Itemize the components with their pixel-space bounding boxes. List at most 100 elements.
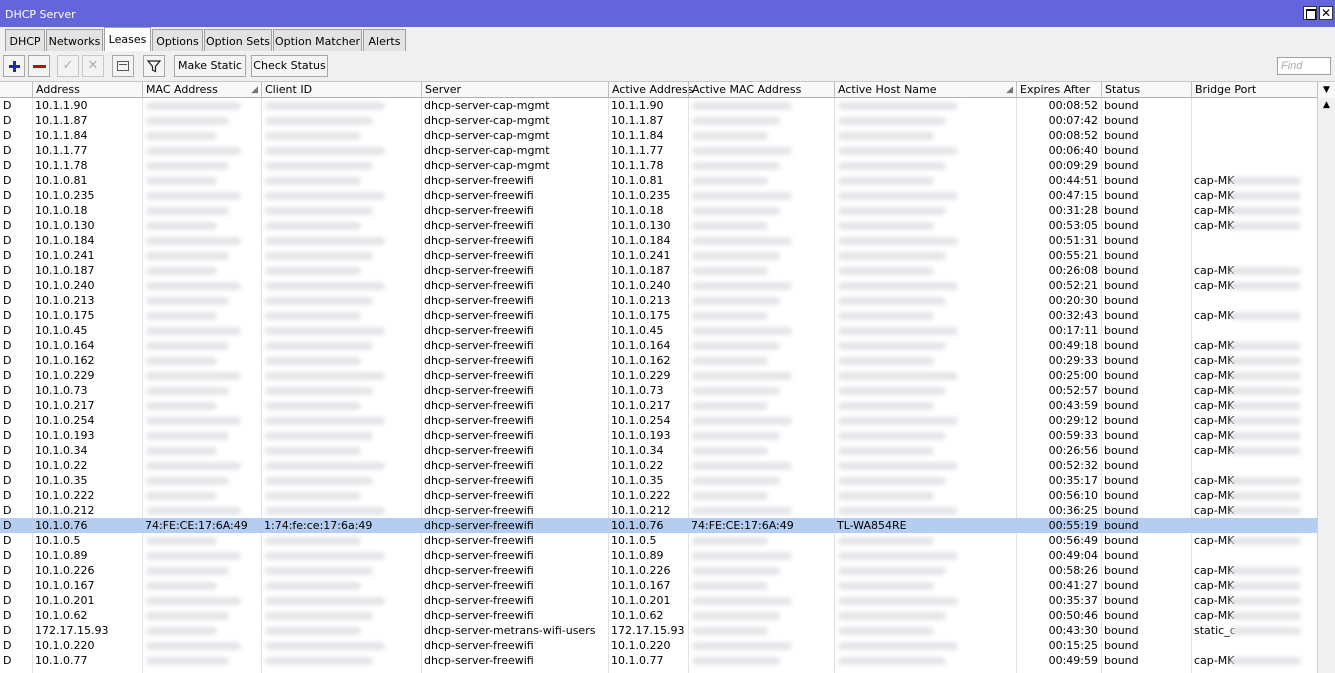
table-row[interactable]: D 10.1.0.77 dhcp-server-freewifi 10.1.0.77 0… xyxy=(0,653,1317,668)
scroll-up-icon[interactable]: ▲ xyxy=(1318,98,1335,112)
redacted-value xyxy=(1231,177,1301,185)
table-row[interactable]: D 10.1.0.73 dhcp-server-freewifi 10.1.0.73 0… xyxy=(0,383,1317,398)
make-static-button[interactable]: Make Static xyxy=(174,55,246,77)
tab-option-matcher[interactable]: Option Matcher xyxy=(273,29,362,51)
redacted-value xyxy=(692,432,780,440)
redacted-value xyxy=(1231,417,1301,425)
table-row[interactable]: D 10.1.0.35 dhcp-server-freewifi 10.1.0.35 0… xyxy=(0,473,1317,488)
table-row[interactable]: D 10.1.0.164 dhcp-server-freewifi 10.1.0.16… xyxy=(0,338,1317,353)
vertical-scrollbar[interactable]: ▲ xyxy=(1317,98,1335,673)
close-icon[interactable]: ✕ xyxy=(1319,6,1333,20)
header-address[interactable]: Address xyxy=(32,82,142,98)
remove-button[interactable] xyxy=(28,55,50,77)
table-row[interactable]: D 10.1.0.5 dhcp-server-freewifi 10.1.0.5 00:… xyxy=(0,533,1317,548)
cell-address: 10.1.0.193 xyxy=(35,429,95,442)
cell-address: 10.1.0.167 xyxy=(35,579,95,592)
table-row[interactable]: D 10.1.1.84 dhcp-server-cap-mgmt 10.1.1.84 0… xyxy=(0,128,1317,143)
comment-button[interactable] xyxy=(112,55,134,77)
table-row[interactable]: D 10.1.0.193 dhcp-server-freewifi 10.1.0.19… xyxy=(0,428,1317,443)
table-row[interactable]: D 10.1.0.222 dhcp-server-freewifi 10.1.0.22… xyxy=(0,488,1317,503)
table-row[interactable]: D 10.1.0.167 dhcp-server-freewifi 10.1.0.16… xyxy=(0,578,1317,593)
enable-button[interactable]: ✓ xyxy=(57,55,79,77)
table-row[interactable]: D 172.17.15.93 dhcp-server-metrans-wifi-us… xyxy=(0,623,1317,638)
table-row[interactable]: D 10.1.0.45 dhcp-server-freewifi 10.1.0.45 0… xyxy=(0,323,1317,338)
cell-bridge-port xyxy=(1191,248,1317,263)
header-active-host-name[interactable]: Active Host Name ◢ xyxy=(834,82,1016,98)
table-row[interactable]: D 10.1.0.220 dhcp-server-freewifi 10.1.0.22… xyxy=(0,638,1317,653)
cell-expires-after: 00:53:05 xyxy=(1048,219,1098,232)
header-expires-after[interactable]: Expires After xyxy=(1016,82,1101,98)
header-mac-address[interactable]: MAC Address ◢ xyxy=(142,82,261,98)
cell-active-address: 10.1.0.73 xyxy=(611,384,664,397)
header-status[interactable]: Status xyxy=(1101,82,1191,98)
redacted-value xyxy=(692,327,792,335)
tab-option-sets[interactable]: Option Sets xyxy=(204,29,272,51)
redacted-value xyxy=(146,207,229,215)
table-row[interactable]: D 10.1.0.226 dhcp-server-freewifi 10.1.0.22… xyxy=(0,563,1317,578)
table-row[interactable]: D 10.1.0.76 74:FE:CE:17:6A:49 1:74:fe:ce:17… xyxy=(0,518,1317,533)
table-row[interactable]: D 10.1.1.87 dhcp-server-cap-mgmt 10.1.1.87 0… xyxy=(0,113,1317,128)
cell-address: 10.1.1.78 xyxy=(35,159,88,172)
filter-button[interactable] xyxy=(143,55,165,77)
table-row[interactable]: D 10.1.0.213 dhcp-server-freewifi 10.1.0.21… xyxy=(0,293,1317,308)
redacted-value xyxy=(838,162,946,170)
leases-table: Address MAC Address ◢ Client ID Server Ac… xyxy=(0,82,1335,673)
table-row[interactable]: D 10.1.0.89 dhcp-server-freewifi 10.1.0.89 0… xyxy=(0,548,1317,563)
table-row[interactable]: D 10.1.0.81 dhcp-server-freewifi 10.1.0.81 0… xyxy=(0,173,1317,188)
redacted-value xyxy=(692,342,780,350)
table-row[interactable]: D 10.1.0.201 dhcp-server-freewifi 10.1.0.20… xyxy=(0,593,1317,608)
header-active-mac-address[interactable]: Active MAC Address xyxy=(688,82,834,98)
table-row[interactable]: D 10.1.0.34 dhcp-server-freewifi 10.1.0.34 0… xyxy=(0,443,1317,458)
check-status-button[interactable]: Check Status xyxy=(251,55,328,77)
table-row[interactable]: D 10.1.0.240 dhcp-server-freewifi 10.1.0.24… xyxy=(0,278,1317,293)
header-server[interactable]: Server xyxy=(421,82,608,98)
redacted-value xyxy=(265,192,385,200)
redacted-value xyxy=(1231,387,1301,395)
table-row[interactable]: D 10.1.0.187 dhcp-server-freewifi 10.1.0.18… xyxy=(0,263,1317,278)
table-row[interactable]: D 10.1.0.212 dhcp-server-freewifi 10.1.0.21… xyxy=(0,503,1317,518)
tab-leases[interactable]: Leases xyxy=(104,27,151,52)
cell-bridge-port xyxy=(1191,518,1317,533)
cell-status: bound xyxy=(1104,654,1139,667)
cell-server: dhcp-server-freewifi xyxy=(424,339,534,352)
cell-address: 10.1.0.229 xyxy=(35,369,95,382)
find-input[interactable] xyxy=(1277,57,1331,75)
redacted-value xyxy=(1231,222,1301,230)
header-flags[interactable] xyxy=(0,82,32,98)
table-row[interactable]: D 10.1.0.162 dhcp-server-freewifi 10.1.0.16… xyxy=(0,353,1317,368)
table-row[interactable]: D 10.1.0.229 dhcp-server-freewifi 10.1.0.22… xyxy=(0,368,1317,383)
redacted-value xyxy=(265,177,361,185)
disable-button[interactable]: ✕ xyxy=(82,55,104,77)
add-button[interactable] xyxy=(3,55,25,77)
table-row[interactable]: D 10.1.0.175 dhcp-server-freewifi 10.1.0.17… xyxy=(0,308,1317,323)
header-client-id[interactable]: Client ID xyxy=(261,82,421,98)
cell-server: dhcp-server-cap-mgmt xyxy=(424,159,550,172)
table-row[interactable]: D 10.1.0.18 dhcp-server-freewifi 10.1.0.18 0… xyxy=(0,203,1317,218)
cell-expires-after: 00:29:12 xyxy=(1048,414,1098,427)
redacted-value xyxy=(1231,627,1301,635)
table-row[interactable]: D 10.1.0.235 dhcp-server-freewifi 10.1.0.23… xyxy=(0,188,1317,203)
table-row[interactable]: D 10.1.1.77 dhcp-server-cap-mgmt 10.1.1.77 0… xyxy=(0,143,1317,158)
cell-expires-after: 00:25:00 xyxy=(1048,369,1098,382)
table-row[interactable]: D 10.1.0.217 dhcp-server-freewifi 10.1.0.21… xyxy=(0,398,1317,413)
header-active-address[interactable]: Active Address xyxy=(608,82,693,98)
table-row[interactable]: D 10.1.1.90 dhcp-server-cap-mgmt 10.1.1.90 0… xyxy=(0,98,1317,113)
column-menu-icon[interactable]: ▼ xyxy=(1317,82,1335,98)
cell-flag: D xyxy=(3,399,12,412)
table-row[interactable]: D 10.1.0.62 dhcp-server-freewifi 10.1.0.62 0… xyxy=(0,608,1317,623)
cell-status: bound xyxy=(1104,474,1139,487)
cell-active-address: 10.1.0.5 xyxy=(611,534,657,547)
tab-dhcp[interactable]: DHCP xyxy=(5,29,45,51)
table-row[interactable]: D 10.1.1.78 dhcp-server-cap-mgmt 10.1.1.78 0… xyxy=(0,158,1317,173)
tab-networks[interactable]: Networks xyxy=(46,29,103,51)
tab-options[interactable]: Options xyxy=(152,29,203,51)
tab-alerts[interactable]: Alerts xyxy=(363,29,406,51)
note-icon xyxy=(117,61,129,71)
maximize-icon[interactable] xyxy=(1303,6,1317,20)
table-row[interactable]: D 10.1.0.241 dhcp-server-freewifi 10.1.0.24… xyxy=(0,248,1317,263)
table-row[interactable]: D 10.1.0.22 dhcp-server-freewifi 10.1.0.22 0… xyxy=(0,458,1317,473)
table-row[interactable]: D 10.1.0.130 dhcp-server-freewifi 10.1.0.13… xyxy=(0,218,1317,233)
table-row[interactable]: D 10.1.0.254 dhcp-server-freewifi 10.1.0.25… xyxy=(0,413,1317,428)
header-bridge-port[interactable]: Bridge Port xyxy=(1191,82,1317,98)
table-row[interactable]: D 10.1.0.184 dhcp-server-freewifi 10.1.0.18… xyxy=(0,233,1317,248)
